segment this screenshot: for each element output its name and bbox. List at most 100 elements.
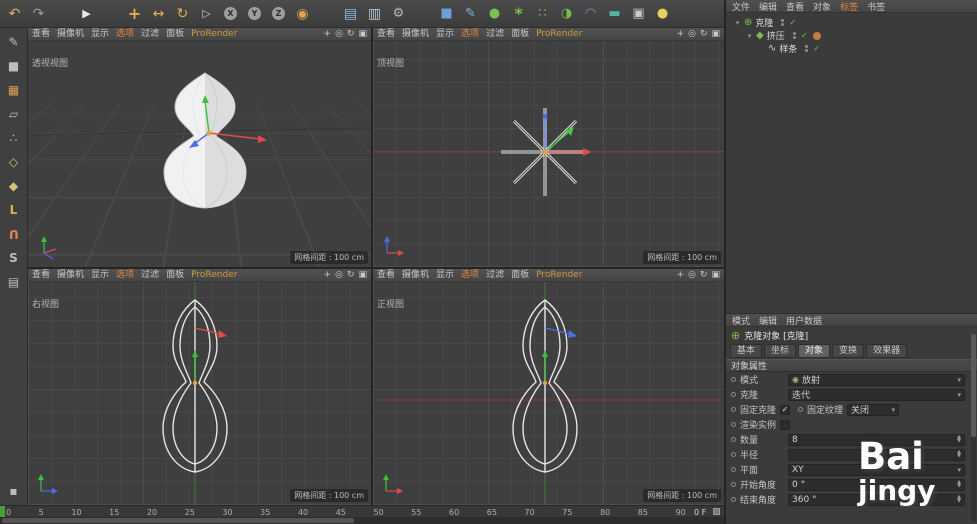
rotate-view-icon[interactable]: ↻ (700, 30, 708, 39)
attribute-tab[interactable]: 对象 (798, 344, 830, 359)
visibility-dots[interactable] (781, 19, 784, 26)
workplane-mode-icon[interactable]: ▱ (4, 104, 24, 124)
y-axis-lock-icon[interactable]: Y (243, 2, 266, 26)
anim-dot-icon[interactable] (798, 407, 803, 412)
viewport-menu-item[interactable]: ProRender (191, 30, 237, 39)
spinner-icon[interactable]: ▲▼ (957, 451, 961, 458)
viewport-menu-item[interactable]: 查看 (377, 30, 395, 39)
toggle-view-icon[interactable]: ▣ (711, 271, 720, 280)
viewport-menu-item[interactable]: ProRender (536, 30, 582, 39)
last-tool-icon[interactable]: ▷ (195, 2, 218, 26)
object-tree-row[interactable]: ▾ ◆ 挤压 ✓ (726, 29, 977, 42)
timeline-end-handle[interactable] (713, 508, 720, 515)
render-settings-icon[interactable]: ⚙ (387, 2, 410, 26)
viewport-menu-item[interactable]: 显示 (436, 30, 454, 39)
mograph-cloner-icon[interactable]: ∷ (531, 2, 554, 26)
attribute-tab[interactable]: 坐标 (764, 344, 796, 359)
visibility-dots[interactable] (793, 32, 796, 39)
symmetry-generator-icon[interactable]: ◑ (555, 2, 578, 26)
toolbar-separator[interactable] (411, 2, 434, 26)
toggle-view-icon[interactable]: ▣ (358, 30, 367, 39)
zoom-view-icon[interactable]: ◎ (688, 30, 696, 39)
viewport-menu-item[interactable]: ProRender (191, 271, 237, 280)
anim-dot-icon[interactable] (731, 437, 736, 442)
plane-dropdown[interactable]: XY ▾ (788, 464, 965, 476)
move-tool-icon[interactable]: + (123, 2, 146, 26)
attribute-manager-menu-item[interactable]: 模式 (732, 314, 750, 327)
z-axis-lock-icon[interactable]: Z (267, 2, 290, 26)
viewport-menu-item[interactable]: 过滤 (141, 271, 159, 280)
workplane-icon[interactable]: ▤ (4, 272, 24, 292)
enabled-check-icon[interactable]: ✓ (789, 18, 796, 27)
spinner-icon[interactable]: ▲▼ (957, 436, 961, 443)
environment-floor-icon[interactable]: ▬ (603, 2, 626, 26)
viewport-menu-item[interactable]: 选项 (116, 30, 134, 39)
toggle-view-icon[interactable]: ▣ (711, 30, 720, 39)
toolbar-separator[interactable] (99, 2, 122, 26)
spinner-icon[interactable]: ▲▼ (957, 496, 961, 503)
viewport-menu-item[interactable]: 过滤 (486, 30, 504, 39)
viewport-menu-item[interactable]: 选项 (461, 271, 479, 280)
end-angle-field[interactable]: 360 ° ▲▼ (788, 494, 965, 506)
undo-icon[interactable]: ↶ (3, 2, 26, 26)
viewport-menu-item[interactable]: 面板 (511, 30, 529, 39)
expand-arrow-icon[interactable]: ▾ (734, 19, 741, 27)
axis-mode-icon[interactable]: L (4, 200, 24, 220)
object-manager-menu-item[interactable]: 查看 (786, 0, 804, 13)
enabled-check-icon[interactable]: ✓ (801, 31, 808, 40)
viewport-menu-item[interactable]: 面板 (166, 30, 184, 39)
fix-texture-dropdown[interactable]: 关闭 ▾ (847, 404, 899, 416)
viewport-menu-item[interactable]: 摄像机 (402, 30, 429, 39)
rotate-tool-icon[interactable]: ↻ (171, 2, 194, 26)
attribute-tab[interactable]: 变换 (832, 344, 864, 359)
enable-snap-icon[interactable]: U (4, 224, 24, 244)
viewport-menu-item[interactable]: 查看 (377, 271, 395, 280)
viewport-menu-item[interactable]: 查看 (32, 30, 50, 39)
camera-icon[interactable]: ▣ (627, 2, 650, 26)
viewport-menu-item[interactable]: 查看 (32, 271, 50, 280)
object-manager-menu-item[interactable]: 标签 (840, 0, 858, 13)
render-view-icon[interactable]: ▤ (339, 2, 362, 26)
lock-workplane-icon[interactable]: ▪ (4, 481, 24, 501)
toolbar-separator[interactable] (51, 2, 74, 26)
model-mode-icon[interactable]: ■ (4, 56, 24, 76)
pan-view-icon[interactable]: + (324, 30, 332, 39)
zoom-view-icon[interactable]: ◎ (688, 271, 696, 280)
fix-clone-checkbox[interactable]: ✓ (780, 405, 790, 415)
attribute-tab[interactable]: 效果器 (866, 344, 907, 359)
object-tree-row[interactable]: ▾ ⊕ 克隆 ✓ (726, 16, 977, 29)
viewport-menu-item[interactable]: 选项 (461, 30, 479, 39)
subdivision-surface-icon[interactable]: ● (483, 2, 506, 26)
start-angle-field[interactable]: 0 ° ▲▼ (788, 479, 965, 491)
attribute-tab[interactable]: 基本 (730, 344, 762, 359)
spline-pen-icon[interactable]: ✎ (459, 2, 482, 26)
primitive-cube-icon[interactable]: ■ (435, 2, 458, 26)
coordinate-system-icon[interactable]: ◉ (291, 2, 314, 26)
timeline-ruler[interactable]: 051015202530354045505560657075808590 0 F (0, 505, 724, 517)
generator-array-icon[interactable]: * (507, 2, 530, 26)
x-axis-lock-icon[interactable]: X (219, 2, 242, 26)
expand-arrow-icon[interactable]: ▾ (746, 32, 753, 40)
pan-view-icon[interactable]: + (677, 30, 685, 39)
viewport-menu-item[interactable]: 过滤 (486, 271, 504, 280)
attribute-scrollbar[interactable] (971, 334, 976, 521)
object-manager-menu-item[interactable]: 对象 (813, 0, 831, 13)
viewport-menu-item[interactable]: 显示 (91, 271, 109, 280)
timeline-scroll-handle[interactable] (2, 518, 354, 523)
perspective-canvas[interactable]: 透视视图 网格间距 : 100 cm (28, 41, 371, 267)
toggle-view-icon[interactable]: ▣ (358, 271, 367, 280)
viewport-menu-item[interactable]: 摄像机 (402, 271, 429, 280)
viewport-menu-item[interactable]: 面板 (511, 271, 529, 280)
anim-dot-icon[interactable] (731, 377, 736, 382)
anim-dot-icon[interactable] (731, 392, 736, 397)
points-mode-icon[interactable]: ∴ (4, 128, 24, 148)
clones-dropdown[interactable]: 迭代 ▾ (788, 389, 965, 401)
attribute-manager-menu-item[interactable]: 编辑 (759, 314, 777, 327)
viewport-menu-item[interactable]: 显示 (91, 30, 109, 39)
render-picture-viewer-icon[interactable]: ▥ (363, 2, 386, 26)
attribute-manager-menu-item[interactable]: 用户数据 (786, 314, 822, 327)
polygons-mode-icon[interactable]: ◆ (4, 176, 24, 196)
current-frame-marker[interactable] (0, 506, 5, 517)
edges-mode-icon[interactable]: ◇ (4, 152, 24, 172)
object-manager-menu-item[interactable]: 编辑 (759, 0, 777, 13)
